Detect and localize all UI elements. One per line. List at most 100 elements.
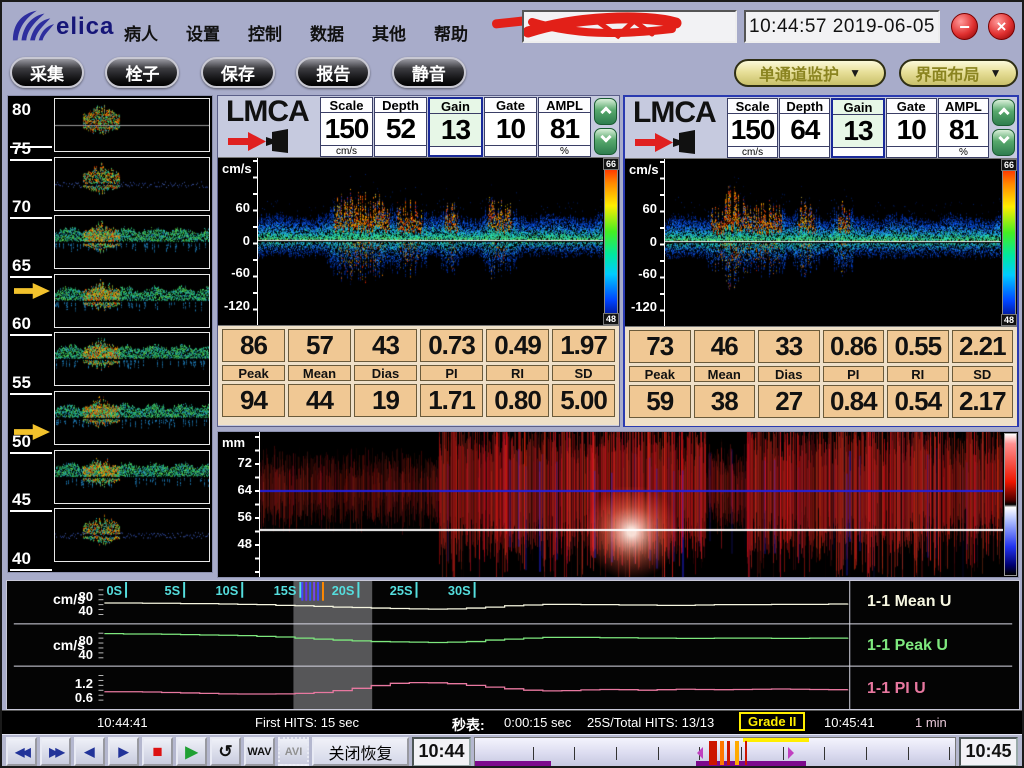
avi-export-button[interactable]: AVI [278, 737, 309, 766]
depth-spectrum-thumbnail[interactable] [54, 391, 210, 445]
depth-scale-divider [10, 393, 52, 395]
table-header: Mean [288, 365, 351, 381]
timeline-tick [866, 746, 868, 760]
acquire-button[interactable]: 采集 [10, 57, 84, 88]
velocity-axis: cm/s 60 0 -60 -120 [625, 159, 665, 326]
play-button[interactable]: ▶ [176, 737, 207, 766]
depth-spectrum-thumbnail[interactable] [54, 273, 210, 328]
chevron-down-icon: ▼ [849, 66, 861, 80]
timeline-start-time: 10:44 [412, 736, 471, 766]
param-ampl[interactable]: AMPL 81 % [937, 98, 990, 158]
hits-event-marker [744, 740, 748, 765]
param-decrease-button[interactable] [594, 128, 617, 155]
param-increase-button[interactable] [992, 99, 1015, 126]
table-cell: 0.55 [887, 330, 949, 363]
menu-settings[interactable]: 设置 [186, 20, 220, 45]
depth-spectrum-thumbnail[interactable] [54, 508, 210, 563]
title-bar: elica 病人 设置 控制 数据 其他 帮助 10:44:57 2019-06… [2, 2, 1022, 50]
monitor-mode-dropdown[interactable]: 单通道监护 ▼ [734, 59, 886, 87]
timeline-end-time: 10:45 [959, 736, 1018, 766]
loop-replay-button[interactable]: ↺ [210, 737, 241, 766]
emboli-button[interactable]: 栓子 [105, 57, 180, 88]
depth-scale-divider [10, 334, 52, 337]
menu-patient[interactable]: 病人 [124, 20, 158, 45]
param-depth[interactable]: Depth 64 [779, 98, 831, 158]
menu-data[interactable]: 数据 [310, 20, 344, 45]
param-gate[interactable]: Gate 10 [484, 97, 537, 157]
save-button[interactable]: 保存 [200, 57, 275, 88]
depth-spectrum-thumbnail[interactable] [54, 98, 210, 152]
param-ampl[interactable]: AMPL 81 % [538, 97, 591, 157]
vessel-label[interactable]: LMCA [633, 97, 727, 129]
tcd-monitor-window: elica 病人 设置 控制 数据 其他 帮助 10:44:57 2019-06… [0, 0, 1024, 768]
redaction-scribble [524, 12, 682, 40]
depth-spectrum-thumbnail[interactable] [54, 215, 210, 270]
chevron-up-icon [599, 106, 612, 118]
vessel-label[interactable]: LMCA [226, 96, 320, 128]
trend-legend-mean: 1-1 Mean U [867, 593, 952, 610]
close-button[interactable]: × [988, 13, 1015, 40]
param-depth[interactable]: Depth 52 [374, 97, 427, 157]
patient-name-field[interactable] [522, 10, 737, 43]
table-cell: 1.71 [420, 384, 483, 417]
chevron-down-icon [997, 132, 1010, 144]
close-restore-button[interactable]: 关闭恢复 [312, 737, 409, 766]
menu-help[interactable]: 帮助 [434, 20, 468, 45]
step-forward-button[interactable]: ▶ [108, 737, 139, 766]
table-cell: 5.00 [552, 384, 615, 417]
param-gain[interactable]: Gain 13 [831, 98, 885, 158]
table-header: SD [951, 366, 1013, 382]
param-gate[interactable]: Gate 10 [885, 98, 937, 158]
minimize-button[interactable]: − [951, 13, 978, 40]
layout-dropdown[interactable]: 界面布局 ▼ [899, 59, 1018, 87]
table-header: Peak [629, 366, 691, 382]
table-header: Dias [758, 366, 820, 382]
status-start-time: 10:44:41 [97, 715, 148, 730]
status-stopwatch-label: 秒表: [452, 717, 485, 733]
svg-text:15S: 15S [274, 583, 297, 598]
fast-forward-button[interactable]: ▶▶ [40, 737, 71, 766]
chevron-down-icon [599, 131, 612, 143]
depth-scale-label: 65 [12, 255, 31, 275]
menu-control[interactable]: 控制 [248, 20, 282, 45]
param-scale[interactable]: Scale 150 cm/s [320, 97, 373, 157]
record-stop-button[interactable]: ■ [142, 737, 173, 766]
timeline-out-marker[interactable] [788, 746, 795, 759]
table-cell: 0.80 [486, 384, 549, 417]
table-cell: 94 [222, 384, 285, 417]
depth-scale-label: 45 [12, 490, 31, 510]
param-increase-button[interactable] [594, 98, 617, 125]
depth-spectrum-thumbnail[interactable] [54, 332, 210, 387]
wav-export-button[interactable]: WAV [244, 737, 275, 766]
svg-text:20S: 20S [332, 583, 355, 598]
status-first-hits: First HITS: 15 sec [255, 715, 360, 730]
table-header: Dias [354, 365, 417, 381]
depth-spectrum-thumbnail[interactable] [54, 449, 210, 504]
menu-bar: 病人 设置 控制 数据 其他 帮助 [124, 20, 468, 45]
depth-spectrum-thumbnail[interactable] [54, 156, 210, 211]
table-cell: 0.84 [822, 385, 884, 418]
table-header: RI [486, 365, 549, 381]
timeline-tick [574, 746, 576, 760]
rewind-button[interactable]: ◀◀ [6, 737, 37, 766]
timeline-in-marker[interactable] [697, 746, 704, 759]
step-back-button[interactable]: ◀ [74, 737, 105, 766]
depth-scale-label: 80 [12, 100, 31, 119]
hits-event-marker [708, 740, 718, 765]
menu-other[interactable]: 其他 [372, 20, 406, 45]
mute-button[interactable]: 静音 [391, 57, 466, 88]
param-decrease-button[interactable] [992, 129, 1015, 156]
depth-scale-label: 75 [12, 138, 31, 158]
param-gain[interactable]: Gain 13 [428, 97, 483, 157]
depth-scale-divider [10, 451, 52, 454]
depth-scale-divider [10, 217, 52, 220]
report-button[interactable]: 报告 [296, 57, 371, 88]
depth-scale-label: 55 [12, 373, 31, 392]
timeline-scrubber[interactable] [474, 736, 956, 766]
table-cell: 73 [629, 330, 691, 363]
svg-text:0S: 0S [106, 583, 122, 598]
param-scale[interactable]: Scale 150 cm/s [727, 98, 779, 158]
table-header: RI [887, 366, 949, 382]
depth-scale-label: 40 [12, 548, 31, 568]
channel-2-header: LMCA Scale 150 cm/s Depth 64 Gain 13 Gat… [625, 97, 1017, 158]
